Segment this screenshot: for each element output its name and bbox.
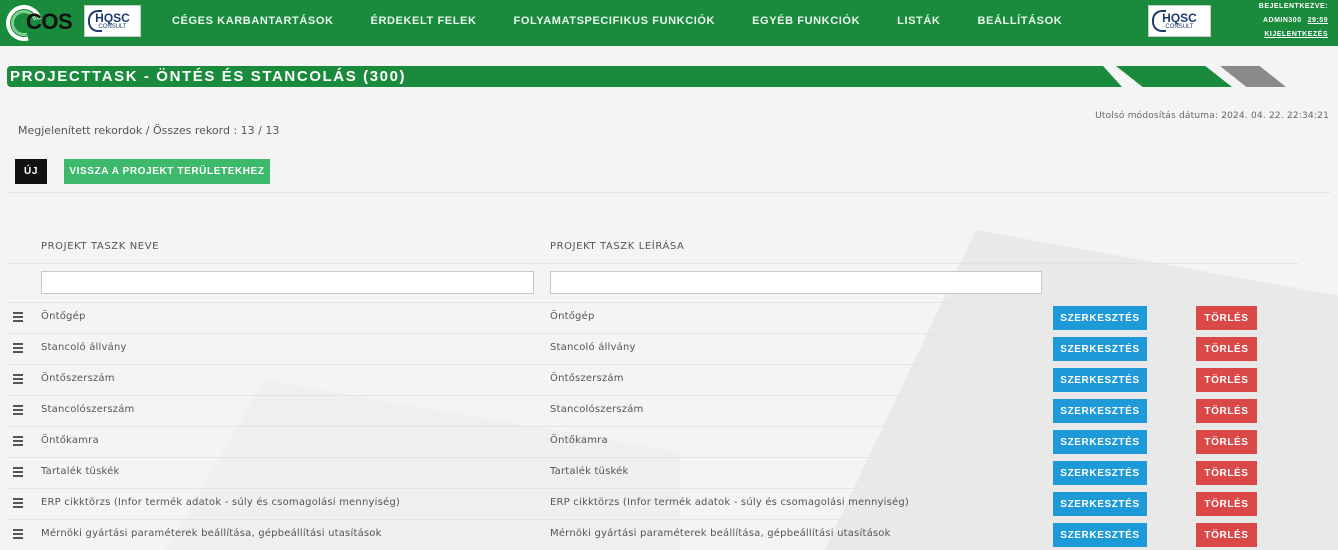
task-description: ERP cikktörzs (Infor termék adatok - súl… xyxy=(550,497,909,508)
delete-button[interactable]: TÖRLÉS xyxy=(1196,492,1257,516)
divider xyxy=(8,192,1330,193)
task-description: Öntőkamra xyxy=(550,435,608,446)
records-count: Megjelenített rekordok / Összes rekord :… xyxy=(18,124,280,137)
session-timer: 29:59 xyxy=(1307,17,1328,24)
menu-item-lists[interactable]: LISTÁK xyxy=(897,15,940,27)
hqsc-logo-text: HQSC xyxy=(1162,10,1197,25)
table-row: Tartalék tüskék Tartalék tüskék SZERKESZ… xyxy=(8,457,1330,488)
task-name: Mérnöki gyártási paraméterek beállítása,… xyxy=(41,528,382,539)
menu-item-other-functions[interactable]: EGYÉB FUNKCIÓK xyxy=(752,15,860,27)
menu-item-process-functions[interactable]: FOLYAMATSPECIFIKUS FUNKCIÓK xyxy=(514,15,716,27)
edit-button[interactable]: SZERKESZTÉS xyxy=(1053,430,1147,454)
menu-item-settings[interactable]: BEÁLLÍTÁSOK xyxy=(977,15,1062,27)
edit-button[interactable]: SZERKESZTÉS xyxy=(1053,461,1147,485)
user-info: BEJELENTKEZVE: ADMIN300 29:59 KIJELENTKEZ… xyxy=(1238,2,1328,44)
drag-handle-icon[interactable] xyxy=(13,374,23,384)
task-description: Öntőgép xyxy=(550,311,595,322)
hqsc-swoosh-icon xyxy=(1152,10,1166,32)
delete-button[interactable]: TÖRLÉS xyxy=(1196,399,1257,423)
new-button[interactable]: ÚJ xyxy=(15,159,47,184)
table-row: Mérnöki gyártási paraméterek beállítása,… xyxy=(8,519,1330,550)
drag-handle-icon[interactable] xyxy=(13,436,23,446)
table-row: Öntőgép Öntőgép SZERKESZTÉS TÖRLÉS xyxy=(8,302,1330,333)
drag-handle-icon[interactable] xyxy=(13,467,23,477)
hqsc-logo-subtext: CONSULT xyxy=(98,23,127,30)
delete-button[interactable]: TÖRLÉS xyxy=(1196,523,1257,547)
table-row: Öntőkamra Öntőkamra SZERKESZTÉS TÖRLÉS xyxy=(8,426,1330,457)
task-name: Öntőszerszám xyxy=(41,373,115,384)
divider xyxy=(8,263,1298,264)
menu-item-company-maintenance[interactable]: CÉGES KARBANTARTÁSOK xyxy=(172,15,334,27)
hqsc-logo-subtext: CONSULT xyxy=(1165,23,1194,30)
edit-button[interactable]: SZERKESZTÉS xyxy=(1053,399,1147,423)
delete-button[interactable]: TÖRLÉS xyxy=(1196,430,1257,454)
hqsc-logo-right: HQSC CONSULT xyxy=(1148,5,1211,37)
delete-button[interactable]: TÖRLÉS xyxy=(1196,337,1257,361)
banner-stripe-green xyxy=(1116,66,1232,87)
filter-task-description-input[interactable] xyxy=(550,271,1042,294)
task-description: Stancoló állvány xyxy=(550,342,636,353)
edit-button[interactable]: SZERKESZTÉS xyxy=(1053,523,1147,547)
table-row: Stancolószerszám Stancolószerszám SZERKE… xyxy=(8,395,1330,426)
delete-button[interactable]: TÖRLÉS xyxy=(1196,461,1257,485)
logged-in-label: BEJELENTKEZVE: xyxy=(1258,3,1328,10)
logo-text: COS xyxy=(26,9,73,34)
task-description: Stancolószerszám xyxy=(550,404,644,415)
drag-handle-icon[interactable] xyxy=(13,343,23,353)
logout-link[interactable]: KIJELENTKEZÉS xyxy=(1264,31,1328,38)
task-name: Tartalék tüskék xyxy=(41,466,120,477)
cos-logo[interactable]: COS xyxy=(0,0,73,48)
drag-handle-icon[interactable] xyxy=(13,405,23,415)
top-navigation-bar: COS HQSC CONSULT CÉGES KARBANTARTÁSOK ÉR… xyxy=(0,0,1338,48)
task-name: Stancoló állvány xyxy=(41,342,127,353)
last-modified-date: Utolsó módosítás dátuma: 2024. 04. 22. 2… xyxy=(1095,111,1329,121)
drag-handle-icon[interactable] xyxy=(13,498,23,508)
edit-button[interactable]: SZERKESZTÉS xyxy=(1053,306,1147,330)
main-menu: CÉGES KARBANTARTÁSOK ÉRDEKELT FELEK FOLY… xyxy=(172,0,1099,42)
task-description: Mérnöki gyártási paraméterek beállítása,… xyxy=(550,528,891,539)
table-row: Stancoló állvány Stancoló állvány SZERKE… xyxy=(8,333,1330,364)
drag-handle-icon[interactable] xyxy=(13,529,23,539)
task-name: Öntőkamra xyxy=(41,435,99,446)
task-name: ERP cikktörzs (Infor termék adatok - súl… xyxy=(41,497,400,508)
filter-task-name-input[interactable] xyxy=(41,271,534,294)
task-description: Tartalék tüskék xyxy=(550,466,629,477)
column-header-task-description[interactable]: PROJEKT TASZK LEÍRÁSA xyxy=(550,241,685,252)
delete-button[interactable]: TÖRLÉS xyxy=(1196,306,1257,330)
page-title: PROJECTTASK - ÖNTÉS ÉS STANCOLÁS (300) xyxy=(10,68,407,85)
table-row: Öntőszerszám Öntőszerszám SZERKESZTÉS TÖ… xyxy=(8,364,1330,395)
hqsc-swoosh-icon xyxy=(88,10,102,32)
username: ADMIN300 xyxy=(1262,17,1302,24)
task-name: Öntőgép xyxy=(41,311,86,322)
edit-button[interactable]: SZERKESZTÉS xyxy=(1053,368,1147,392)
delete-button[interactable]: TÖRLÉS xyxy=(1196,368,1257,392)
table-row: ERP cikktörzs (Infor termék adatok - súl… xyxy=(8,488,1330,519)
drag-handle-icon[interactable] xyxy=(13,312,23,322)
edit-button[interactable]: SZERKESZTÉS xyxy=(1053,337,1147,361)
hqsc-logo: HQSC CONSULT xyxy=(84,5,141,37)
menu-item-stakeholders[interactable]: ÉRDEKELT FELEK xyxy=(371,15,477,27)
column-header-task-name[interactable]: PROJEKT TASZK NEVE xyxy=(41,241,159,252)
task-description: Öntőszerszám xyxy=(550,373,624,384)
banner-stripe-gray xyxy=(1220,66,1286,87)
edit-button[interactable]: SZERKESZTÉS xyxy=(1053,492,1147,516)
task-name: Stancolószerszám xyxy=(41,404,135,415)
back-to-project-areas-button[interactable]: VISSZA A PROJEKT TERÜLETEKHEZ xyxy=(64,159,270,184)
